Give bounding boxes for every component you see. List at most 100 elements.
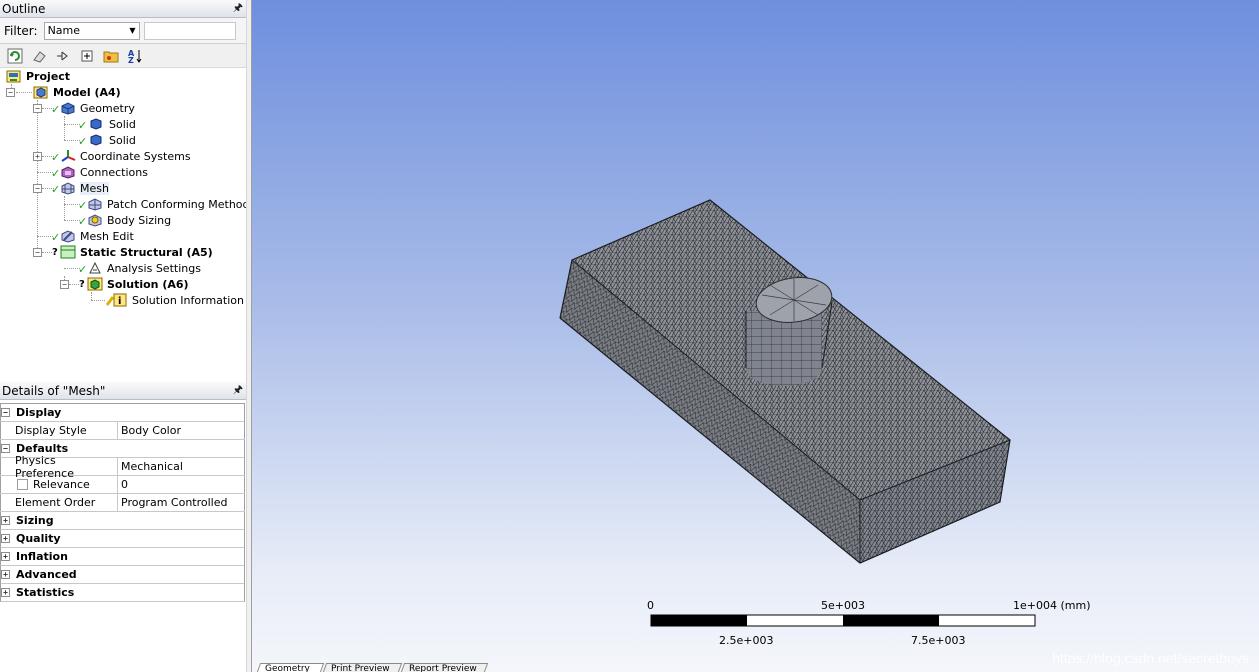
search-tree-icon[interactable] — [52, 46, 74, 66]
expand-toggle[interactable]: + — [1, 588, 10, 597]
tree-item-model[interactable]: Model (A4) — [33, 84, 121, 100]
scale-label: 1e+004 (mm) — [1013, 599, 1091, 612]
outline-title: Outline — [2, 1, 46, 16]
details-category-advanced[interactable]: + Advanced — [0, 566, 245, 584]
collapse-toggle[interactable]: − — [6, 88, 15, 97]
category-label: Sizing — [16, 514, 54, 527]
category-label: Display — [16, 406, 62, 419]
connections-icon — [60, 165, 76, 179]
scale-label: 0 — [647, 599, 654, 612]
pin-icon[interactable]: 🖈 — [232, 0, 244, 18]
graphics-viewport[interactable]: 0 5e+003 1e+004 (mm) 2.5e+003 7.5e+003 G… — [252, 0, 1259, 672]
details-category-statistics[interactable]: + Statistics — [0, 584, 245, 602]
tree-item-label: Solution (A6) — [107, 277, 189, 291]
tree-item-analysis-settings[interactable]: Analysis Settings — [87, 260, 201, 276]
details-table: − Display Display Style Body Color − Def… — [0, 403, 245, 602]
expand-toggle[interactable]: + — [1, 516, 10, 525]
model-icon — [33, 85, 49, 99]
geometry-icon — [60, 101, 76, 115]
details-category-quality[interactable]: + Quality — [0, 530, 245, 548]
status-check-icon: ✓ — [78, 215, 88, 228]
tree-item-patch-conforming-method[interactable]: Patch Conforming Method — [87, 196, 250, 212]
collapse-toggle[interactable]: − — [33, 184, 42, 193]
expand-toggle[interactable]: + — [1, 534, 10, 543]
tree-item-connections[interactable]: Connections — [60, 164, 148, 180]
details-row-element-order[interactable]: Element Order Program Controlled — [0, 494, 245, 512]
outline-header: Outline 🖈 — [0, 0, 246, 18]
filter-select[interactable]: Name ▼ — [43, 21, 140, 40]
chevron-down-icon: ▼ — [129, 26, 136, 35]
category-label: Inflation — [16, 550, 68, 563]
collapse-toggle[interactable]: − — [33, 104, 42, 113]
category-label: Statistics — [16, 586, 75, 599]
expand-toggle[interactable]: + — [33, 152, 42, 161]
folder-icon[interactable] — [100, 46, 122, 66]
tab-geometry[interactable]: Geometry — [255, 663, 325, 672]
details-row-display-style[interactable]: Display Style Body Color — [0, 422, 245, 440]
tree-item-solution[interactable]: Solution (A6) — [87, 276, 189, 292]
expand-toggle[interactable]: + — [1, 570, 10, 579]
tree-item-label: Connections — [80, 165, 148, 179]
tree-item-mesh-edit[interactable]: Mesh Edit — [60, 228, 134, 244]
pin-icon[interactable]: 🖈 — [232, 381, 244, 400]
property-value[interactable]: Program Controlled — [118, 494, 245, 511]
details-row-physics-preference[interactable]: Physics Preference Mechanical — [0, 454, 245, 480]
expand-toggle[interactable]: + — [1, 552, 10, 561]
tree-item-label: Solid — [109, 133, 136, 147]
mesh-model — [559, 199, 1036, 627]
collapse-toggle[interactable]: − — [1, 408, 10, 417]
tree-item-static-structural[interactable]: Static Structural (A5) — [60, 244, 213, 260]
details-row-relevance[interactable]: Relevance 0 — [0, 476, 245, 494]
filter-select-value: Name — [47, 24, 81, 37]
tree-item-label: Mesh Edit — [80, 229, 134, 243]
static-structural-icon — [60, 245, 76, 259]
tree-item-solid[interactable]: Solid — [89, 132, 136, 148]
mesh-icon — [60, 181, 76, 195]
refresh-icon[interactable] — [4, 46, 26, 66]
mesh-method-icon — [87, 197, 103, 211]
property-name: Physics Preference — [0, 454, 118, 480]
status-check-icon: ✓ — [51, 151, 61, 164]
property-value[interactable]: Mechanical — [118, 458, 245, 475]
property-name: Element Order — [0, 494, 118, 511]
tree-item-geometry[interactable]: Geometry — [60, 100, 135, 116]
property-value[interactable]: Body Color — [118, 422, 245, 439]
tree-item-label: Body Sizing — [107, 213, 172, 227]
sort-az-icon[interactable]: AZ — [124, 46, 146, 66]
parameter-checkbox[interactable] — [17, 479, 28, 490]
tree-item-body-sizing[interactable]: Body Sizing — [87, 212, 171, 228]
expand-all-icon[interactable] — [76, 46, 98, 66]
scale-bar — [650, 614, 1036, 627]
category-label: Advanced — [16, 568, 77, 581]
details-title: Details of "Mesh" — [2, 383, 106, 398]
collapse-toggle[interactable]: − — [1, 444, 10, 453]
details-category-display[interactable]: − Display — [0, 404, 245, 422]
status-question-icon: ? — [79, 279, 85, 290]
tree-item-solution-information[interactable]: i Solution Information — [105, 292, 244, 308]
tree-item-solid[interactable]: Solid — [89, 116, 136, 132]
tab-report-preview[interactable]: Report Preview — [399, 663, 489, 672]
details-category-inflation[interactable]: + Inflation — [0, 548, 245, 566]
filter-row: Filter: Name ▼ — [0, 18, 246, 44]
eraser-icon[interactable] — [28, 46, 50, 66]
status-question-icon: ? — [52, 247, 58, 258]
filter-search-input[interactable] — [143, 21, 236, 40]
collapse-toggle[interactable]: − — [60, 280, 69, 289]
svg-text:i: i — [118, 296, 121, 307]
scale-label: 7.5e+003 — [911, 634, 966, 647]
tree-item-label: Static Structural (A5) — [80, 245, 213, 259]
status-check-icon: ✓ — [51, 167, 61, 180]
tree-item-coordinate-systems[interactable]: Coordinate Systems — [60, 148, 191, 164]
status-check-icon: ✓ — [51, 231, 61, 244]
collapse-toggle[interactable]: − — [33, 248, 42, 257]
svg-text:Z: Z — [128, 56, 134, 64]
tree-item-label: Model (A4) — [53, 85, 121, 99]
tree-item-project[interactable]: Project — [6, 68, 70, 84]
tree-item-mesh[interactable]: Mesh — [60, 180, 109, 196]
status-check-icon: ✓ — [78, 135, 88, 148]
tab-print-preview[interactable]: Print Preview — [321, 663, 403, 672]
details-category-sizing[interactable]: + Sizing — [0, 512, 245, 530]
property-value[interactable]: 0 — [118, 476, 245, 493]
outline-panel: Outline 🖈 Filter: Name ▼ AZ Project − Mo… — [0, 0, 250, 672]
tree-item-label: Solid — [109, 117, 136, 131]
